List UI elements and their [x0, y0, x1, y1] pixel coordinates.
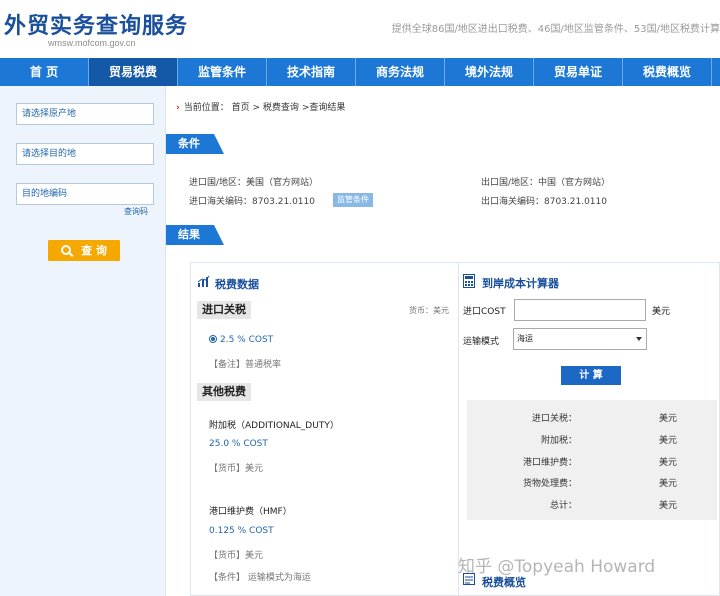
search-icon [61, 245, 72, 255]
calculation-results: 进口关税： 美元 附加税： 美元 港口维护费： 美元 货物处理费： 美元 总计：… [467, 400, 717, 520]
cost-unit: 美元 [652, 307, 671, 317]
breadcrumb-prefix: 当前位置： [183, 103, 229, 113]
sidebar: 请选择原产地 请选择目的地 目的地编码 查询码 查 询 [0, 86, 166, 596]
chevron-down-icon [636, 337, 642, 341]
breadcrumb-tax-query[interactable]: 税费查询 [263, 103, 299, 113]
import-duty-tag: 进口关税 [197, 301, 251, 319]
nav-home[interactable]: 首 页 [0, 58, 89, 86]
import-customs-code: 进口海关编码：8703.21.0110 [189, 197, 315, 207]
result-import-duty-unit: 美元 [659, 414, 678, 424]
hmf-rate: 0.125 % COST [209, 526, 274, 536]
origin-select[interactable]: 请选择原产地 [16, 103, 154, 125]
result-total-label: 总计： [549, 501, 577, 511]
import-remark: 【备注】普通税率 [209, 360, 282, 370]
breadcrumb-home[interactable]: 首页 [232, 103, 250, 113]
nav-tax-overview[interactable]: 税费概览 [623, 58, 712, 86]
calculator-title: 到岸成本计算器 [482, 277, 559, 290]
search-button-label: 查 询 [81, 244, 107, 257]
currency-note: 货币：美元 [409, 306, 449, 315]
export-country: 出口国/地区：中国（官方网站） [481, 178, 611, 188]
conditions-tab: 条件 [166, 134, 224, 154]
nav-trade-docs[interactable]: 贸易单证 [534, 58, 623, 86]
breadcrumb: › 当前位置： 首页 > 税费查询 >查询结果 [176, 100, 345, 113]
additional-duty-rate: 25.0 % COST [209, 439, 268, 449]
site-header: 外贸实务查询服务 wmsw.mofcom.gov.cn 提供全球86国/地区进出… [0, 0, 720, 58]
regulatory-badge[interactable]: 监管条件 [333, 193, 373, 207]
watermark: 知乎 @Topyeah Howard [458, 557, 656, 577]
nav-tech-guide[interactable]: 技术指南 [267, 58, 356, 86]
import-country: 进口国/地区：美国（官方网站） [189, 178, 319, 188]
transport-label: 运输模式 [463, 337, 500, 347]
import-rate-option[interactable]: 2.5 % COST [209, 335, 273, 345]
destination-select[interactable]: 请选择目的地 [16, 143, 154, 165]
breadcrumb-arrow-icon: › [176, 103, 180, 113]
result-cargo-fee-unit: 美元 [659, 479, 678, 489]
nav-trade-tax[interactable]: 贸易税费 [89, 58, 178, 86]
additional-duty-name: 附加税（ADDITIONAL_DUTY） [209, 421, 339, 431]
site-domain: wmsw.mofcom.gov.cn [48, 38, 136, 48]
search-button[interactable]: 查 询 [48, 240, 120, 261]
hmf-currency: 【货币】美元 [209, 551, 264, 561]
additional-duty-currency: 【货币】美元 [209, 464, 264, 474]
tax-data-title: 税费数据 [215, 278, 259, 291]
nav-commerce-law[interactable]: 商务法规 [356, 58, 445, 86]
result-cargo-fee-label: 货物处理费： [522, 479, 577, 489]
site-tagline: 提供全球86国/地区进出口税费、46国/地区监管条件、53国/地区税费计算 [391, 24, 720, 35]
nav-regulatory[interactable]: 监管条件 [178, 58, 267, 86]
calculator-icon [463, 274, 475, 288]
breadcrumb-sep: > [252, 103, 261, 113]
cost-input[interactable] [514, 299, 646, 321]
result-total-unit: 美元 [659, 501, 678, 511]
destination-code-input[interactable]: 目的地编码 [16, 183, 154, 205]
main-nav: 首 页 贸易税费 监管条件 技术指南 商务法规 境外法规 贸易单证 税费概览 [0, 58, 720, 86]
export-customs-code: 出口海关编码：8703.21.0110 [481, 197, 607, 207]
result-hmf-label: 港口维护费： [522, 458, 577, 468]
transport-selected-value: 海运 [517, 334, 533, 343]
tax-data-panel: 税费数据 进口关税 货币：美元 2.5 % COST 【备注】普通税率 其他税费… [191, 263, 459, 596]
site-title[interactable]: 外贸实务查询服务 [4, 8, 188, 40]
result-additional-duty-label: 附加税： [540, 436, 577, 446]
nav-foreign-law[interactable]: 境外法规 [445, 58, 534, 86]
cost-label: 进口COST [463, 307, 506, 317]
hmf-condition: 【条件】 运输模式为海运 [209, 573, 311, 583]
result-import-duty-label: 进口关税： [531, 414, 577, 424]
result-additional-duty-unit: 美元 [659, 436, 678, 446]
import-rate-value: 2.5 % COST [220, 335, 274, 345]
code-lookup-link[interactable]: 查询码 [124, 206, 148, 217]
results-tab: 结果 [166, 225, 224, 245]
breadcrumb-result: 查询结果 [309, 103, 346, 113]
chart-icon [197, 275, 210, 287]
result-hmf-unit: 美元 [659, 458, 678, 468]
other-taxes-tag: 其他税费 [197, 383, 251, 401]
calculate-button[interactable]: 计 算 [561, 366, 621, 385]
hmf-name: 港口维护费（HMF） [209, 507, 292, 517]
transport-select[interactable]: 海运 [513, 328, 647, 350]
radio-selected-icon [209, 335, 217, 343]
